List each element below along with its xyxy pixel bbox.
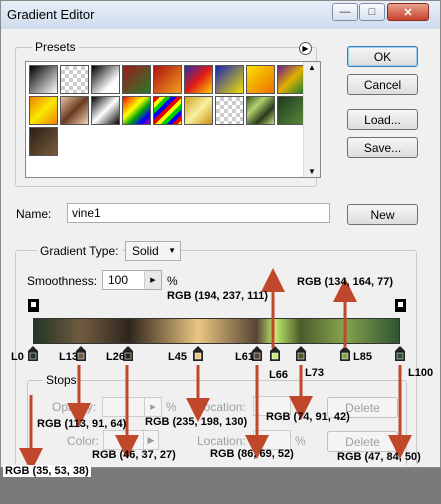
- annotation-l85: RGB (134, 164, 77): [297, 276, 393, 288]
- annotation-l13: RGB (113, 91, 64): [37, 418, 127, 430]
- annotation-l45: RGB (235, 198, 130): [145, 416, 248, 428]
- annotation-l0: RGB (35, 53, 38): [3, 465, 91, 477]
- annotation-l66: RGB (194, 237, 111): [167, 290, 268, 302]
- annotation-l26: RGB (46, 37, 27): [92, 449, 176, 461]
- annotation-l73: RGB (74, 91, 42): [266, 411, 350, 423]
- annotation-l100: RGB (47, 84, 50): [337, 451, 421, 463]
- annotation-l61: RGB (86, 69, 52): [210, 448, 294, 460]
